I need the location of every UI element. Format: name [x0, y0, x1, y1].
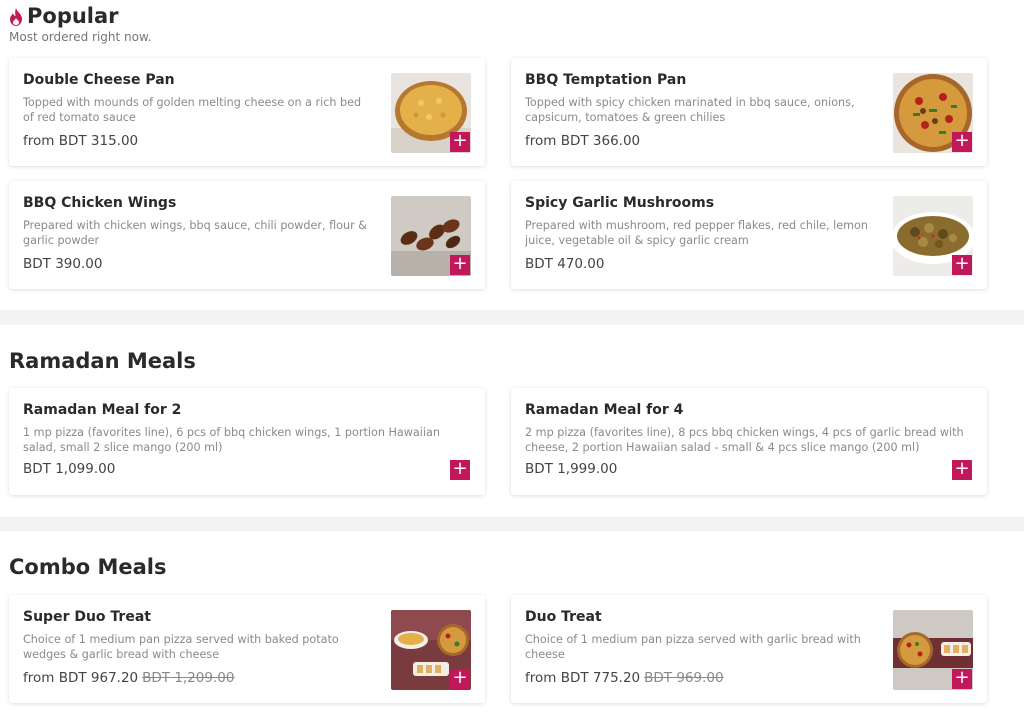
item-price: BDT 1,999.00 [525, 461, 618, 477]
item-description: Choice of 1 medium pan pizza served with… [525, 633, 861, 661]
original-price: BDT 1,209.00 [142, 670, 235, 686]
section-title: Combo Meals [9, 555, 167, 579]
menu-item-card[interactable]: Duo Treat Choice of 1 medium pan pizza s… [511, 595, 987, 703]
section-title: Popular [27, 4, 119, 28]
item-price: from BDT 967.20 BDT 1,209.00 [23, 670, 234, 686]
section-subtitle: Most ordered right now. [9, 30, 152, 44]
mushrooms-image[interactable]: + [893, 196, 973, 276]
item-price: BDT 470.00 [525, 256, 605, 272]
add-to-cart-button[interactable]: + [952, 669, 972, 689]
item-price: from BDT 366.00 [525, 133, 641, 149]
super-duo-image[interactable]: + [391, 610, 471, 690]
item-description: Topped with spicy chicken marinated in b… [525, 96, 855, 124]
popular-section: Popular Most ordered right now. Double C… [0, 0, 1024, 310]
item-name: Spicy Garlic Mushrooms [525, 195, 715, 211]
item-name: BBQ Chicken Wings [23, 195, 177, 211]
item-description: Prepared with chicken wings, bbq sauce, … [23, 219, 367, 247]
add-to-cart-button[interactable]: + [952, 460, 972, 480]
add-to-cart-button[interactable]: + [952, 132, 972, 152]
ramadan-section: Ramadan Meals Ramadan Meal for 2 1 mp pi… [0, 325, 1024, 517]
combo-section: Combo Meals Super Duo Treat Choice of 1 … [0, 531, 1024, 712]
item-name: Duo Treat [525, 609, 602, 625]
item-description: 2 mp pizza (favorites line), 8 pcs bbq c… [525, 426, 964, 454]
menu-item-card[interactable]: BBQ Temptation Pan Topped with spicy chi… [511, 58, 987, 166]
item-name: Ramadan Meal for 2 [23, 402, 182, 418]
add-to-cart-button[interactable]: + [450, 132, 470, 152]
item-price: BDT 390.00 [23, 256, 103, 272]
menu-item-card[interactable]: Double Cheese Pan Topped with mounds of … [9, 58, 485, 166]
bbq-pizza-image[interactable]: + [893, 73, 973, 153]
item-price: BDT 1,099.00 [23, 461, 116, 477]
item-description: Choice of 1 medium pan pizza served with… [23, 633, 339, 661]
original-price: BDT 969.00 [644, 670, 724, 686]
menu-item-card[interactable]: Ramadan Meal for 4 2 mp pizza (favorites… [511, 388, 987, 495]
flame-icon [10, 7, 22, 26]
section-title: Ramadan Meals [9, 349, 196, 373]
item-name: Double Cheese Pan [23, 72, 175, 88]
item-description: Topped with mounds of golden melting che… [23, 96, 362, 124]
menu-item-card[interactable]: Ramadan Meal for 2 1 mp pizza (favorites… [9, 388, 485, 495]
item-name: BBQ Temptation Pan [525, 72, 687, 88]
popular-heading: Popular [9, 4, 119, 28]
item-name: Ramadan Meal for 4 [525, 402, 684, 418]
item-price: from BDT 315.00 [23, 133, 139, 149]
chicken-wings-image[interactable]: + [391, 196, 471, 276]
item-price: from BDT 775.20 BDT 969.00 [525, 670, 724, 686]
menu-item-card[interactable]: Super Duo Treat Choice of 1 medium pan p… [9, 595, 485, 703]
add-to-cart-button[interactable]: + [450, 255, 470, 275]
add-to-cart-button[interactable]: + [450, 460, 470, 480]
cheese-pizza-image[interactable]: + [391, 73, 471, 153]
item-name: Super Duo Treat [23, 609, 151, 625]
menu-item-card[interactable]: BBQ Chicken Wings Prepared with chicken … [9, 181, 485, 289]
item-description: Prepared with mushroom, red pepper flake… [525, 219, 868, 247]
add-to-cart-button[interactable]: + [952, 255, 972, 275]
current-price: from BDT 967.20 [23, 670, 139, 686]
duo-treat-image[interactable]: + [893, 610, 973, 690]
menu-item-card[interactable]: Spicy Garlic Mushrooms Prepared with mus… [511, 181, 987, 289]
item-description: 1 mp pizza (favorites line), 6 pcs of bb… [23, 426, 440, 454]
current-price: from BDT 775.20 [525, 670, 641, 686]
add-to-cart-button[interactable]: + [450, 669, 470, 689]
